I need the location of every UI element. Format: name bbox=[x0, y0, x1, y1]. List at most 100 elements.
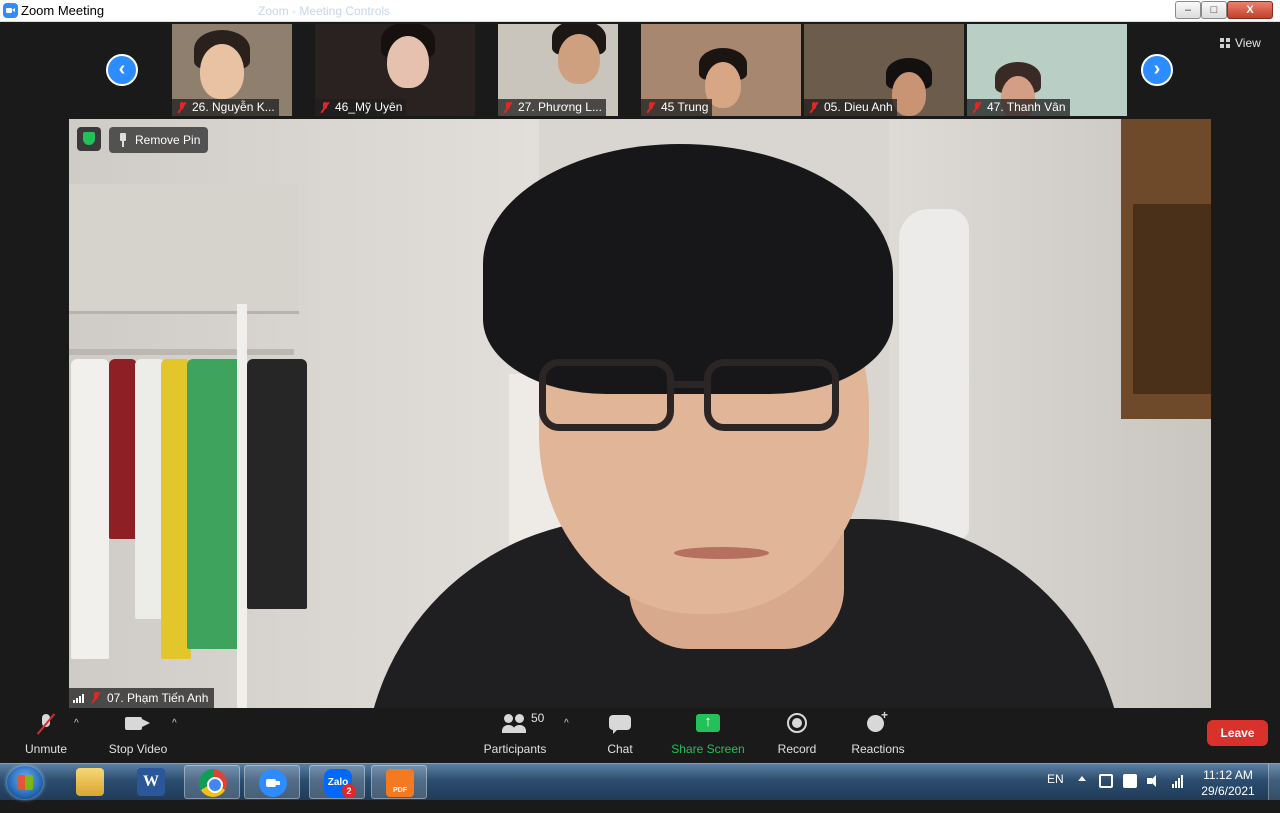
input-language[interactable]: EN bbox=[1047, 772, 1064, 786]
minimize-button[interactable]: – bbox=[1175, 1, 1201, 19]
zalo-notification-badge: 2 bbox=[342, 784, 356, 798]
chat-bubble-icon bbox=[609, 712, 631, 736]
share-screen-icon bbox=[696, 712, 720, 736]
view-button[interactable]: View bbox=[1220, 34, 1261, 52]
remove-pin-label: Remove Pin bbox=[135, 133, 201, 147]
taskbar-pdf-reader[interactable]: PDF bbox=[371, 765, 427, 799]
maximize-button[interactable]: □ bbox=[1201, 1, 1227, 19]
participant-name: 27. Phương L... bbox=[518, 100, 602, 114]
participant-name: 05. Dieu Anh bbox=[824, 100, 893, 114]
audio-options-caret[interactable]: ^ bbox=[74, 718, 79, 729]
participant-name-label: 47. Thanh Vân bbox=[967, 99, 1070, 116]
start-button[interactable] bbox=[7, 766, 43, 799]
video-options-caret[interactable]: ^ bbox=[172, 718, 177, 729]
meeting-toolbar: Unmute ^ Stop Video ^ Participants 50 ^ … bbox=[0, 708, 1280, 763]
participant-thumbnail[interactable]: 46_Mỹ Uyên bbox=[315, 24, 475, 116]
encryption-shield-icon[interactable] bbox=[77, 127, 101, 151]
participant-name: 46_Mỹ Uyên bbox=[335, 100, 403, 114]
taskbar-file-explorer[interactable] bbox=[62, 765, 118, 799]
clothes-rack-post bbox=[237, 304, 247, 708]
window-titlebar: Zoom Meeting Zoom - Meeting Controls – □… bbox=[0, 0, 1280, 22]
unmute-button[interactable]: Unmute bbox=[20, 712, 72, 756]
system-clock[interactable]: 11:12 AM 29/6/2021 bbox=[1196, 767, 1260, 799]
participant-thumbnail[interactable]: 26. Nguyễn K... bbox=[172, 24, 292, 116]
participant-name: 45 Trung bbox=[661, 100, 709, 114]
hanging-cloth bbox=[247, 359, 307, 609]
video-camera-icon bbox=[125, 712, 151, 736]
share-screen-label: Share Screen bbox=[671, 742, 745, 756]
speaker-name: 07. Phạm Tiến Anh bbox=[107, 691, 209, 705]
unmute-label: Unmute bbox=[24, 742, 68, 756]
window-title: Zoom Meeting bbox=[21, 3, 105, 18]
clock-date: 29/6/2021 bbox=[1201, 784, 1255, 798]
participant-name-label: 26. Nguyễn K... bbox=[172, 99, 279, 116]
participants-count: 50 bbox=[531, 711, 545, 725]
video-background-shelf bbox=[69, 184, 299, 314]
pinned-video[interactable]: Remove Pin 07. Phạm Tiến Anh bbox=[69, 119, 1211, 708]
chat-button[interactable]: Chat bbox=[600, 712, 640, 756]
share-screen-button[interactable]: Share Screen bbox=[668, 712, 748, 756]
grid-icon bbox=[1220, 38, 1230, 48]
muted-mic-icon bbox=[91, 692, 101, 703]
emoji-reaction-icon bbox=[867, 708, 889, 736]
show-desktop-button[interactable] bbox=[1268, 764, 1280, 800]
meeting-area: ‹ › View 26. Nguyễn K... 46_Mỹ Uyên 27. Ph… bbox=[0, 22, 1280, 708]
signal-strength-icon[interactable] bbox=[1172, 774, 1186, 788]
participant-name: 26. Nguyễn K... bbox=[192, 100, 275, 114]
word-icon: W bbox=[137, 768, 165, 796]
hanging-cloth bbox=[71, 359, 109, 659]
participant-name-label: 46_Mỹ Uyên bbox=[315, 99, 407, 116]
next-page-button[interactable]: › bbox=[1141, 54, 1173, 86]
clock-time: 11:12 AM bbox=[1203, 768, 1253, 782]
taskbar-word[interactable]: W bbox=[123, 765, 179, 799]
zoom-icon bbox=[259, 769, 287, 797]
taskbar-zalo[interactable]: Zalo 2 bbox=[309, 765, 365, 799]
action-center-icon[interactable] bbox=[1123, 774, 1137, 788]
participant-thumbnail[interactable]: 27. Phương L... bbox=[498, 24, 618, 116]
participants-options-caret[interactable]: ^ bbox=[564, 718, 569, 729]
zoom-app-icon bbox=[3, 3, 18, 18]
participant-thumbnail[interactable]: 05. Dieu Anh bbox=[804, 24, 964, 116]
person-mouth bbox=[674, 547, 769, 559]
muted-mic-icon bbox=[320, 102, 330, 113]
folder-icon bbox=[76, 768, 104, 796]
network-icon[interactable] bbox=[1099, 774, 1113, 788]
muted-mic-icon bbox=[177, 102, 187, 113]
participant-face bbox=[892, 72, 926, 116]
reactions-button[interactable]: Reactions bbox=[848, 708, 908, 756]
taskbar-zoom[interactable] bbox=[244, 765, 300, 799]
speaker-name-label: 07. Phạm Tiến Anh bbox=[69, 688, 215, 708]
hanging-cloth bbox=[187, 359, 242, 649]
video-background-jacket bbox=[899, 209, 969, 539]
volume-icon[interactable] bbox=[1147, 774, 1161, 788]
person-glasses bbox=[539, 359, 859, 439]
windows-taskbar: W Zalo 2 PDF EN 11:12 AM 29/6/2021 bbox=[0, 763, 1280, 800]
reactions-label: Reactions bbox=[851, 742, 905, 756]
clothes-rack-bar bbox=[69, 349, 294, 355]
muted-mic-icon bbox=[503, 102, 513, 113]
close-button[interactable]: X bbox=[1227, 1, 1273, 19]
participant-face bbox=[558, 34, 600, 84]
ghost-window-title: Zoom - Meeting Controls bbox=[258, 4, 391, 18]
view-label: View bbox=[1235, 36, 1261, 50]
stop-video-label: Stop Video bbox=[108, 742, 168, 756]
previous-page-button[interactable]: ‹ bbox=[106, 54, 138, 86]
participant-name: 47. Thanh Vân bbox=[987, 100, 1066, 114]
chat-label: Chat bbox=[607, 742, 633, 756]
taskbar-chrome[interactable] bbox=[184, 765, 240, 799]
participants-icon bbox=[502, 712, 528, 736]
participant-thumbnail[interactable]: 45 Trung bbox=[641, 24, 801, 116]
record-button[interactable]: Record bbox=[774, 712, 820, 756]
muted-mic-icon bbox=[972, 102, 982, 113]
muted-mic-icon bbox=[646, 102, 656, 113]
leave-button[interactable]: Leave bbox=[1207, 720, 1268, 746]
participant-face bbox=[200, 44, 244, 99]
show-hidden-icons-arrow[interactable] bbox=[1078, 776, 1086, 781]
remove-pin-button[interactable]: Remove Pin bbox=[109, 127, 209, 153]
participant-face bbox=[387, 36, 429, 88]
connection-signal-icon bbox=[73, 693, 87, 703]
muted-microphone-icon bbox=[36, 712, 56, 736]
pdf-icon: PDF bbox=[386, 769, 414, 797]
participant-thumbnail[interactable]: 47. Thanh Vân bbox=[967, 24, 1127, 116]
stop-video-button[interactable]: Stop Video bbox=[104, 712, 172, 756]
